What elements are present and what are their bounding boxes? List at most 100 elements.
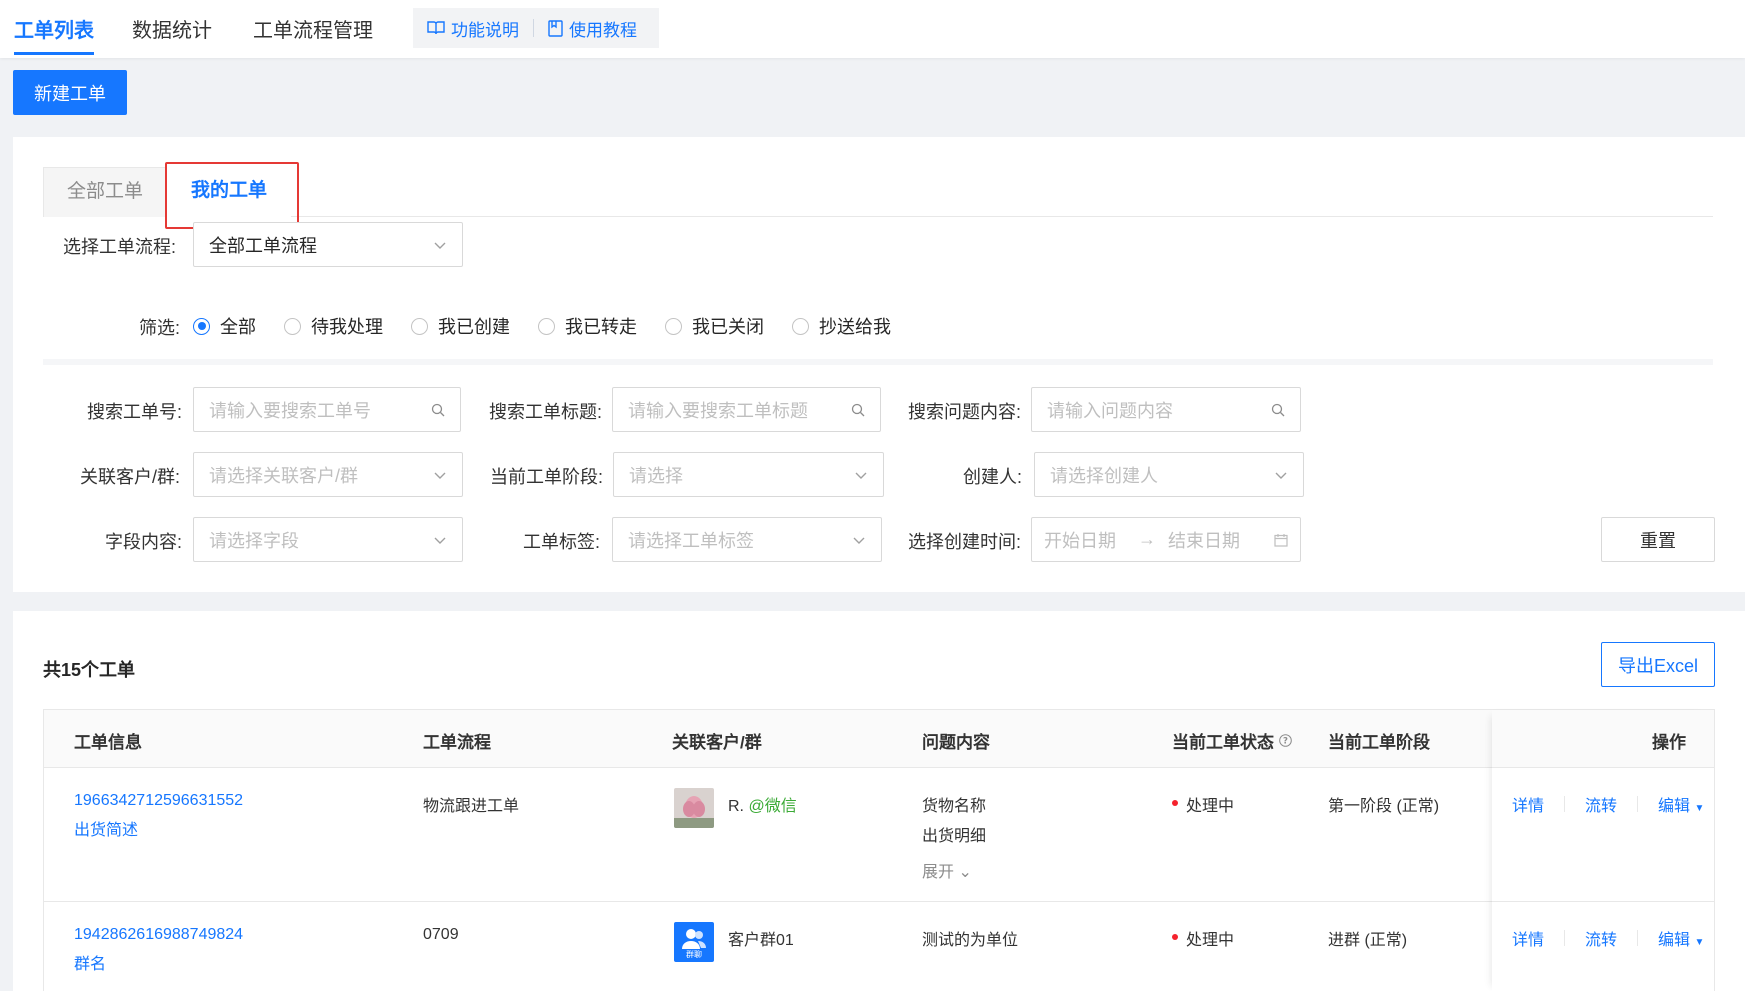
wechat-tag: @微信 <box>748 798 797 815</box>
status-text: 处理中 <box>1172 792 1234 816</box>
time-label: 选择创建时间: <box>908 532 1022 552</box>
customer-select[interactable]: 请选择关联客户/群 <box>193 452 463 497</box>
title-input[interactable]: 请输入要搜索工单标题 <box>612 387 881 432</box>
detail-link[interactable]: 详情 <box>1512 926 1544 950</box>
ticket-id-link[interactable]: 1942862616988749824 <box>74 926 243 944</box>
chevron-down-icon <box>434 472 446 479</box>
radio-dot <box>538 317 555 335</box>
tag-select[interactable]: 请选择工单标签 <box>612 517 882 562</box>
caret-down-icon: ▼ <box>1694 803 1705 814</box>
filter-radio-group: 全部 待我处理 我已创建 我已转走 我已关闭 抄送给我 <box>193 313 919 339</box>
end-date-placeholder: 结束日期 <box>1168 530 1240 551</box>
chevron-down-icon <box>1275 472 1287 479</box>
tag-placeholder: 请选择工单标签 <box>628 530 754 551</box>
radio-dot <box>193 317 210 335</box>
start-date-placeholder: 开始日期 <box>1044 530 1116 551</box>
filter-panel: 全部工单 我的工单 选择工单流程: 全部工单流程 筛选: 全部 待我处理 我已创… <box>13 137 1745 592</box>
tab-all-tickets[interactable]: 全部工单 <box>43 167 167 217</box>
radio-dot <box>411 317 428 335</box>
edit-dropdown[interactable]: 编辑 ▼ <box>1658 792 1704 816</box>
col-customer: 关联客户/群 <box>672 733 762 752</box>
radio-label: 我已关闭 <box>692 317 764 337</box>
col-actions: 操作 <box>1652 733 1686 752</box>
col-status-label: 当前工单状态 <box>1172 733 1274 752</box>
caret-down-icon: ▼ <box>1694 937 1705 948</box>
ticket-list-panel: 共15个工单 导出Excel 工单信息 工单流程 关联客户/群 问题内容 当前工… <box>13 611 1745 991</box>
radio-created[interactable]: 我已创建 <box>411 313 510 339</box>
divider <box>1637 796 1639 812</box>
status-dot <box>1172 800 1178 806</box>
field-label: 字段内容: <box>105 532 183 552</box>
chevron-down-icon <box>853 537 865 544</box>
ticket-title-link[interactable]: 出货简述 <box>74 816 138 840</box>
radio-label: 全部 <box>220 317 256 337</box>
stage-placeholder: 请选择 <box>629 465 683 486</box>
content-line: 货物名称 <box>922 798 987 815</box>
table-row: 1942862616988749824 群名 0709 群聊 客户群01 测试的… <box>44 902 1714 991</box>
search-icon <box>851 403 865 416</box>
divider <box>1564 796 1566 812</box>
radio-cc-me[interactable]: 抄送给我 <box>792 313 891 339</box>
content-line: 测试的为单位 <box>922 932 1019 949</box>
transfer-link[interactable]: 流转 <box>1585 792 1617 816</box>
tab-statistics[interactable]: 数据统计 <box>132 14 212 43</box>
group-avatar: 群聊 <box>674 922 714 962</box>
arrow-right-icon: → <box>1138 529 1156 549</box>
tutorial-label: 使用教程 <box>569 20 637 40</box>
group-avatar-label: 群聊 <box>686 950 702 959</box>
flow-select[interactable]: 全部工单流程 <box>193 222 463 267</box>
chevron-down-icon: ⌄ <box>958 864 972 881</box>
ticket-flow: 物流跟进工单 <box>423 798 520 815</box>
tab-ticket-list[interactable]: 工单列表 <box>14 14 94 43</box>
tab-flow-management[interactable]: 工单流程管理 <box>253 14 373 43</box>
customer-name-text: R. <box>728 798 744 815</box>
ticket-title-link[interactable]: 群名 <box>74 950 106 974</box>
date-range-picker[interactable]: 开始日期 → 结束日期 <box>1031 517 1301 562</box>
radio-label: 我已创建 <box>438 317 510 337</box>
radio-pending[interactable]: 待我处理 <box>284 313 383 339</box>
creator-select[interactable]: 请选择创建人 <box>1034 452 1304 497</box>
ticket-count: 共15个工单 <box>43 660 136 680</box>
field-select[interactable]: 请选择字段 <box>193 517 463 562</box>
radio-transferred[interactable]: 我已转走 <box>538 313 637 339</box>
field-placeholder: 请选择字段 <box>209 530 299 551</box>
row-actions: 详情 流转 编辑 ▼ <box>1512 792 1704 816</box>
divider <box>1637 930 1639 946</box>
reset-button[interactable]: 重置 <box>1601 517 1715 562</box>
transfer-link[interactable]: 流转 <box>1585 926 1617 950</box>
export-excel-button[interactable]: 导出Excel <box>1601 642 1715 687</box>
stage-select[interactable]: 请选择 <box>613 452 884 497</box>
content-input[interactable]: 请输入问题内容 <box>1031 387 1301 432</box>
tutorial-link[interactable]: 使用教程 <box>534 16 651 41</box>
customer-placeholder: 请选择关联客户/群 <box>209 465 359 486</box>
status-text: 处理中 <box>1172 926 1234 950</box>
radio-all[interactable]: 全部 <box>193 313 256 339</box>
customer-name: 客户群01 <box>728 932 794 949</box>
edit-dropdown[interactable]: 编辑 ▼ <box>1658 926 1704 950</box>
col-ticket-info: 工单信息 <box>74 733 142 752</box>
stage-text: 第一阶段 (正常) <box>1328 798 1440 815</box>
tab-my-tickets[interactable]: 我的工单 <box>167 167 291 217</box>
ticket-scope-tabs: 全部工单 我的工单 <box>43 167 1713 217</box>
svg-text:?: ? <box>1283 737 1288 747</box>
chevron-down-icon <box>434 537 446 544</box>
creator-placeholder: 请选择创建人 <box>1050 465 1158 486</box>
order-no-input[interactable]: 请输入要搜索工单号 <box>193 387 461 432</box>
top-nav: 工单列表 数据统计 工单流程管理 功能说明 使用教程 <box>0 0 1745 58</box>
radio-dot <box>665 317 682 335</box>
calendar-icon <box>1274 533 1288 547</box>
expand-link[interactable]: 展开 ⌄ <box>922 858 972 882</box>
new-ticket-button[interactable]: 新建工单 <box>13 70 127 115</box>
creator-label: 创建人: <box>963 467 1023 487</box>
filter-label: 筛选: <box>139 318 181 338</box>
ticket-id-link[interactable]: 1966342712596631552 <box>74 792 243 810</box>
radio-closed[interactable]: 我已关闭 <box>665 313 764 339</box>
content-line: 出货明细 <box>922 828 987 845</box>
detail-link[interactable]: 详情 <box>1512 792 1544 816</box>
feature-guide-link[interactable]: 功能说明 <box>413 16 533 41</box>
help-circle-icon[interactable]: ? <box>1279 734 1292 747</box>
content-label: 搜索问题内容: <box>908 402 1022 422</box>
divider <box>1564 930 1566 946</box>
col-content: 问题内容 <box>922 733 990 752</box>
status-label: 处理中 <box>1186 932 1235 949</box>
